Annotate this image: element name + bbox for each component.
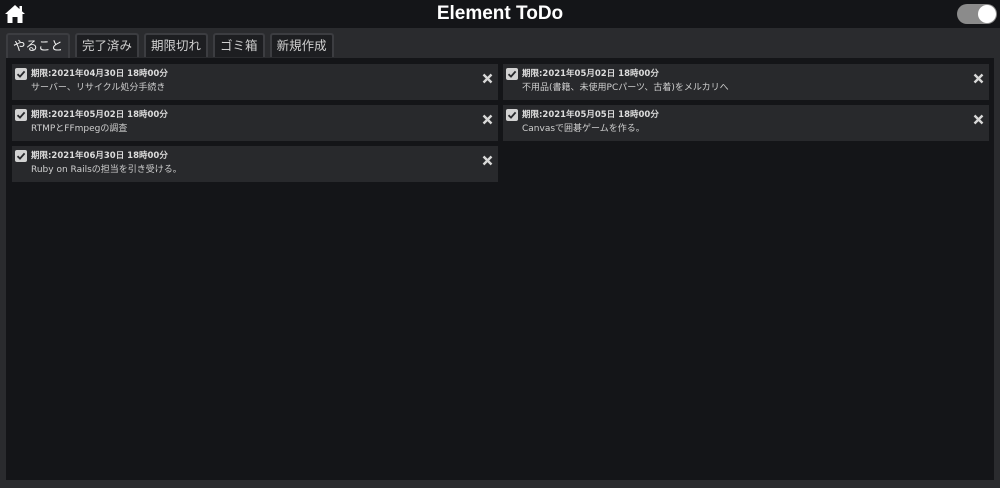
- tab-create-new[interactable]: 新規作成: [269, 33, 334, 57]
- task-due-date: 期限:2021年05月02日 18時00分: [31, 110, 168, 120]
- window-bottom-border: [0, 480, 1000, 488]
- complete-checkbox[interactable]: [15, 150, 27, 162]
- task-due-date: 期限:2021年05月05日 18時00分: [522, 110, 659, 120]
- complete-checkbox[interactable]: [15, 68, 27, 80]
- task-card: 期限:2021年04月30日 18時00分 サーバー、リサイクル処分手続き: [12, 64, 498, 100]
- task-card: 期限:2021年05月02日 18時00分 RTMPとFFmpegの調査: [12, 105, 498, 141]
- toggle-knob: [978, 5, 996, 23]
- complete-checkbox[interactable]: [506, 109, 518, 121]
- task-text: RTMPとFFmpegの調査: [31, 124, 128, 134]
- tab-bar: やること 完了済み 期限切れ ゴミ箱 新規作成: [6, 33, 334, 58]
- close-icon[interactable]: [973, 110, 984, 125]
- task-text: Ruby on Railsの担当を引き受ける。: [31, 165, 182, 175]
- task-panel: 期限:2021年04月30日 18時00分 サーバー、リサイクル処分手続き 期限…: [6, 58, 994, 480]
- close-icon[interactable]: [973, 69, 984, 84]
- close-icon[interactable]: [482, 110, 493, 125]
- task-due-date: 期限:2021年06月30日 18時00分: [31, 151, 168, 161]
- complete-checkbox[interactable]: [15, 109, 27, 121]
- task-text: サーバー、リサイクル処分手続き: [31, 83, 166, 93]
- close-icon[interactable]: [482, 151, 493, 166]
- close-icon[interactable]: [482, 69, 493, 84]
- complete-checkbox[interactable]: [506, 68, 518, 80]
- theme-toggle[interactable]: [957, 4, 997, 24]
- app-header: Element ToDo: [0, 0, 1000, 28]
- task-card: 期限:2021年05月02日 18時00分 不用品(書籍、未使用PCパーツ、古着…: [503, 64, 989, 100]
- task-due-date: 期限:2021年05月02日 18時00分: [522, 69, 659, 79]
- tab-trash[interactable]: ゴミ箱: [213, 33, 265, 57]
- task-list: 期限:2021年04月30日 18時00分 サーバー、リサイクル処分手続き 期限…: [12, 64, 989, 182]
- task-card: 期限:2021年06月30日 18時00分 Ruby on Railsの担当を引…: [12, 146, 498, 182]
- task-due-date: 期限:2021年04月30日 18時00分: [31, 69, 168, 79]
- tab-completed[interactable]: 完了済み: [75, 33, 140, 57]
- app-title: Element ToDo: [436, 3, 564, 24]
- task-text: Canvasで囲碁ゲームを作る。: [522, 124, 645, 134]
- tab-todo[interactable]: やること: [6, 33, 71, 58]
- task-card: 期限:2021年05月05日 18時00分 Canvasで囲碁ゲームを作る。: [503, 105, 989, 141]
- tab-overdue[interactable]: 期限切れ: [144, 33, 209, 57]
- task-text: 不用品(書籍、未使用PCパーツ、古着)をメルカリへ: [522, 83, 729, 93]
